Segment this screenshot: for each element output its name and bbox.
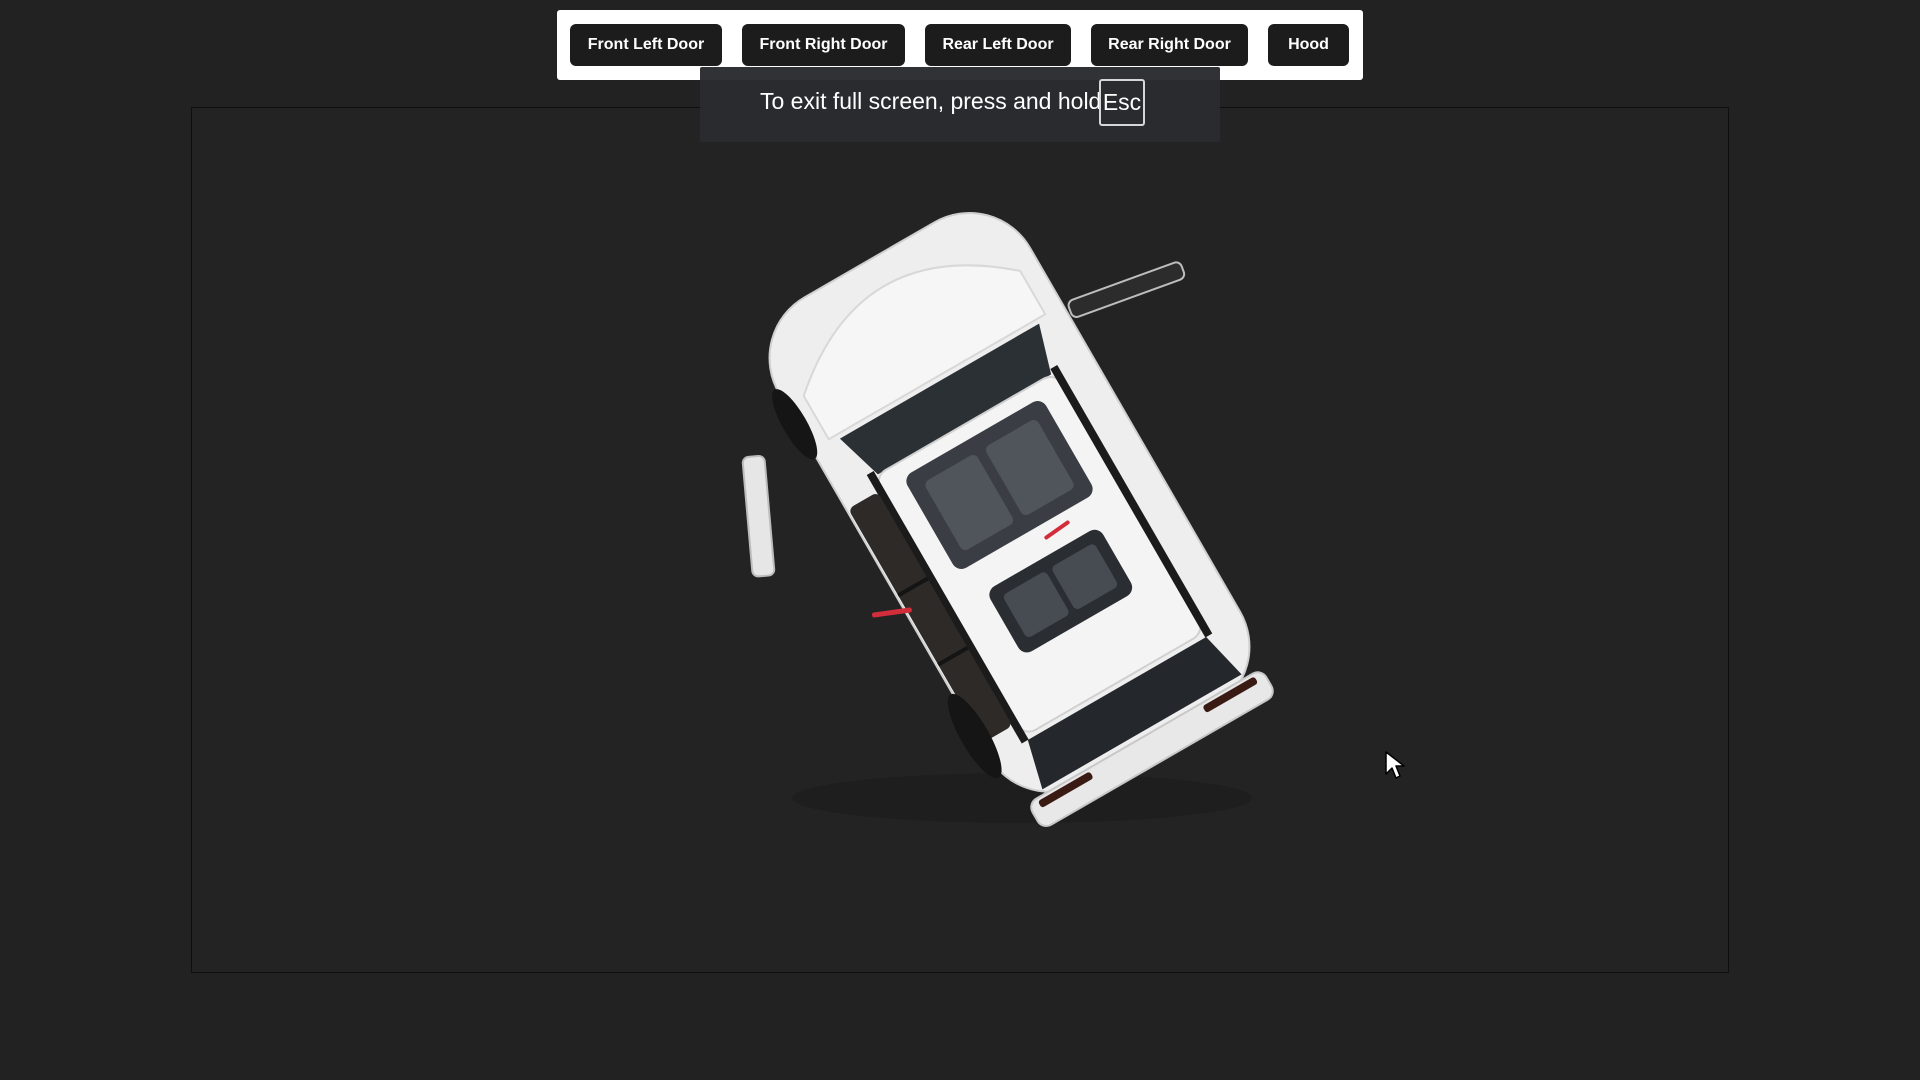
fullscreen-exit-notice: To exit full screen, press and hold Esc	[700, 67, 1220, 142]
front-right-door-button[interactable]: Front Right Door	[742, 24, 905, 66]
front-left-door-button[interactable]: Front Left Door	[570, 24, 722, 66]
mouse-pointer-icon	[1385, 751, 1405, 779]
esc-key-badge: Esc	[1099, 79, 1145, 126]
rear-left-door-button[interactable]: Rear Left Door	[925, 24, 1071, 66]
rear-right-door-button[interactable]: Rear Right Door	[1091, 24, 1248, 66]
page: Front Left Door Front Right Door Rear Le…	[0, 0, 1920, 1080]
hood-button[interactable]: Hood	[1268, 24, 1349, 66]
car-3d-model-icon[interactable]	[192, 108, 1728, 972]
fullscreen-notice-text: To exit full screen, press and hold	[760, 88, 1102, 114]
3d-viewer[interactable]	[191, 107, 1729, 973]
